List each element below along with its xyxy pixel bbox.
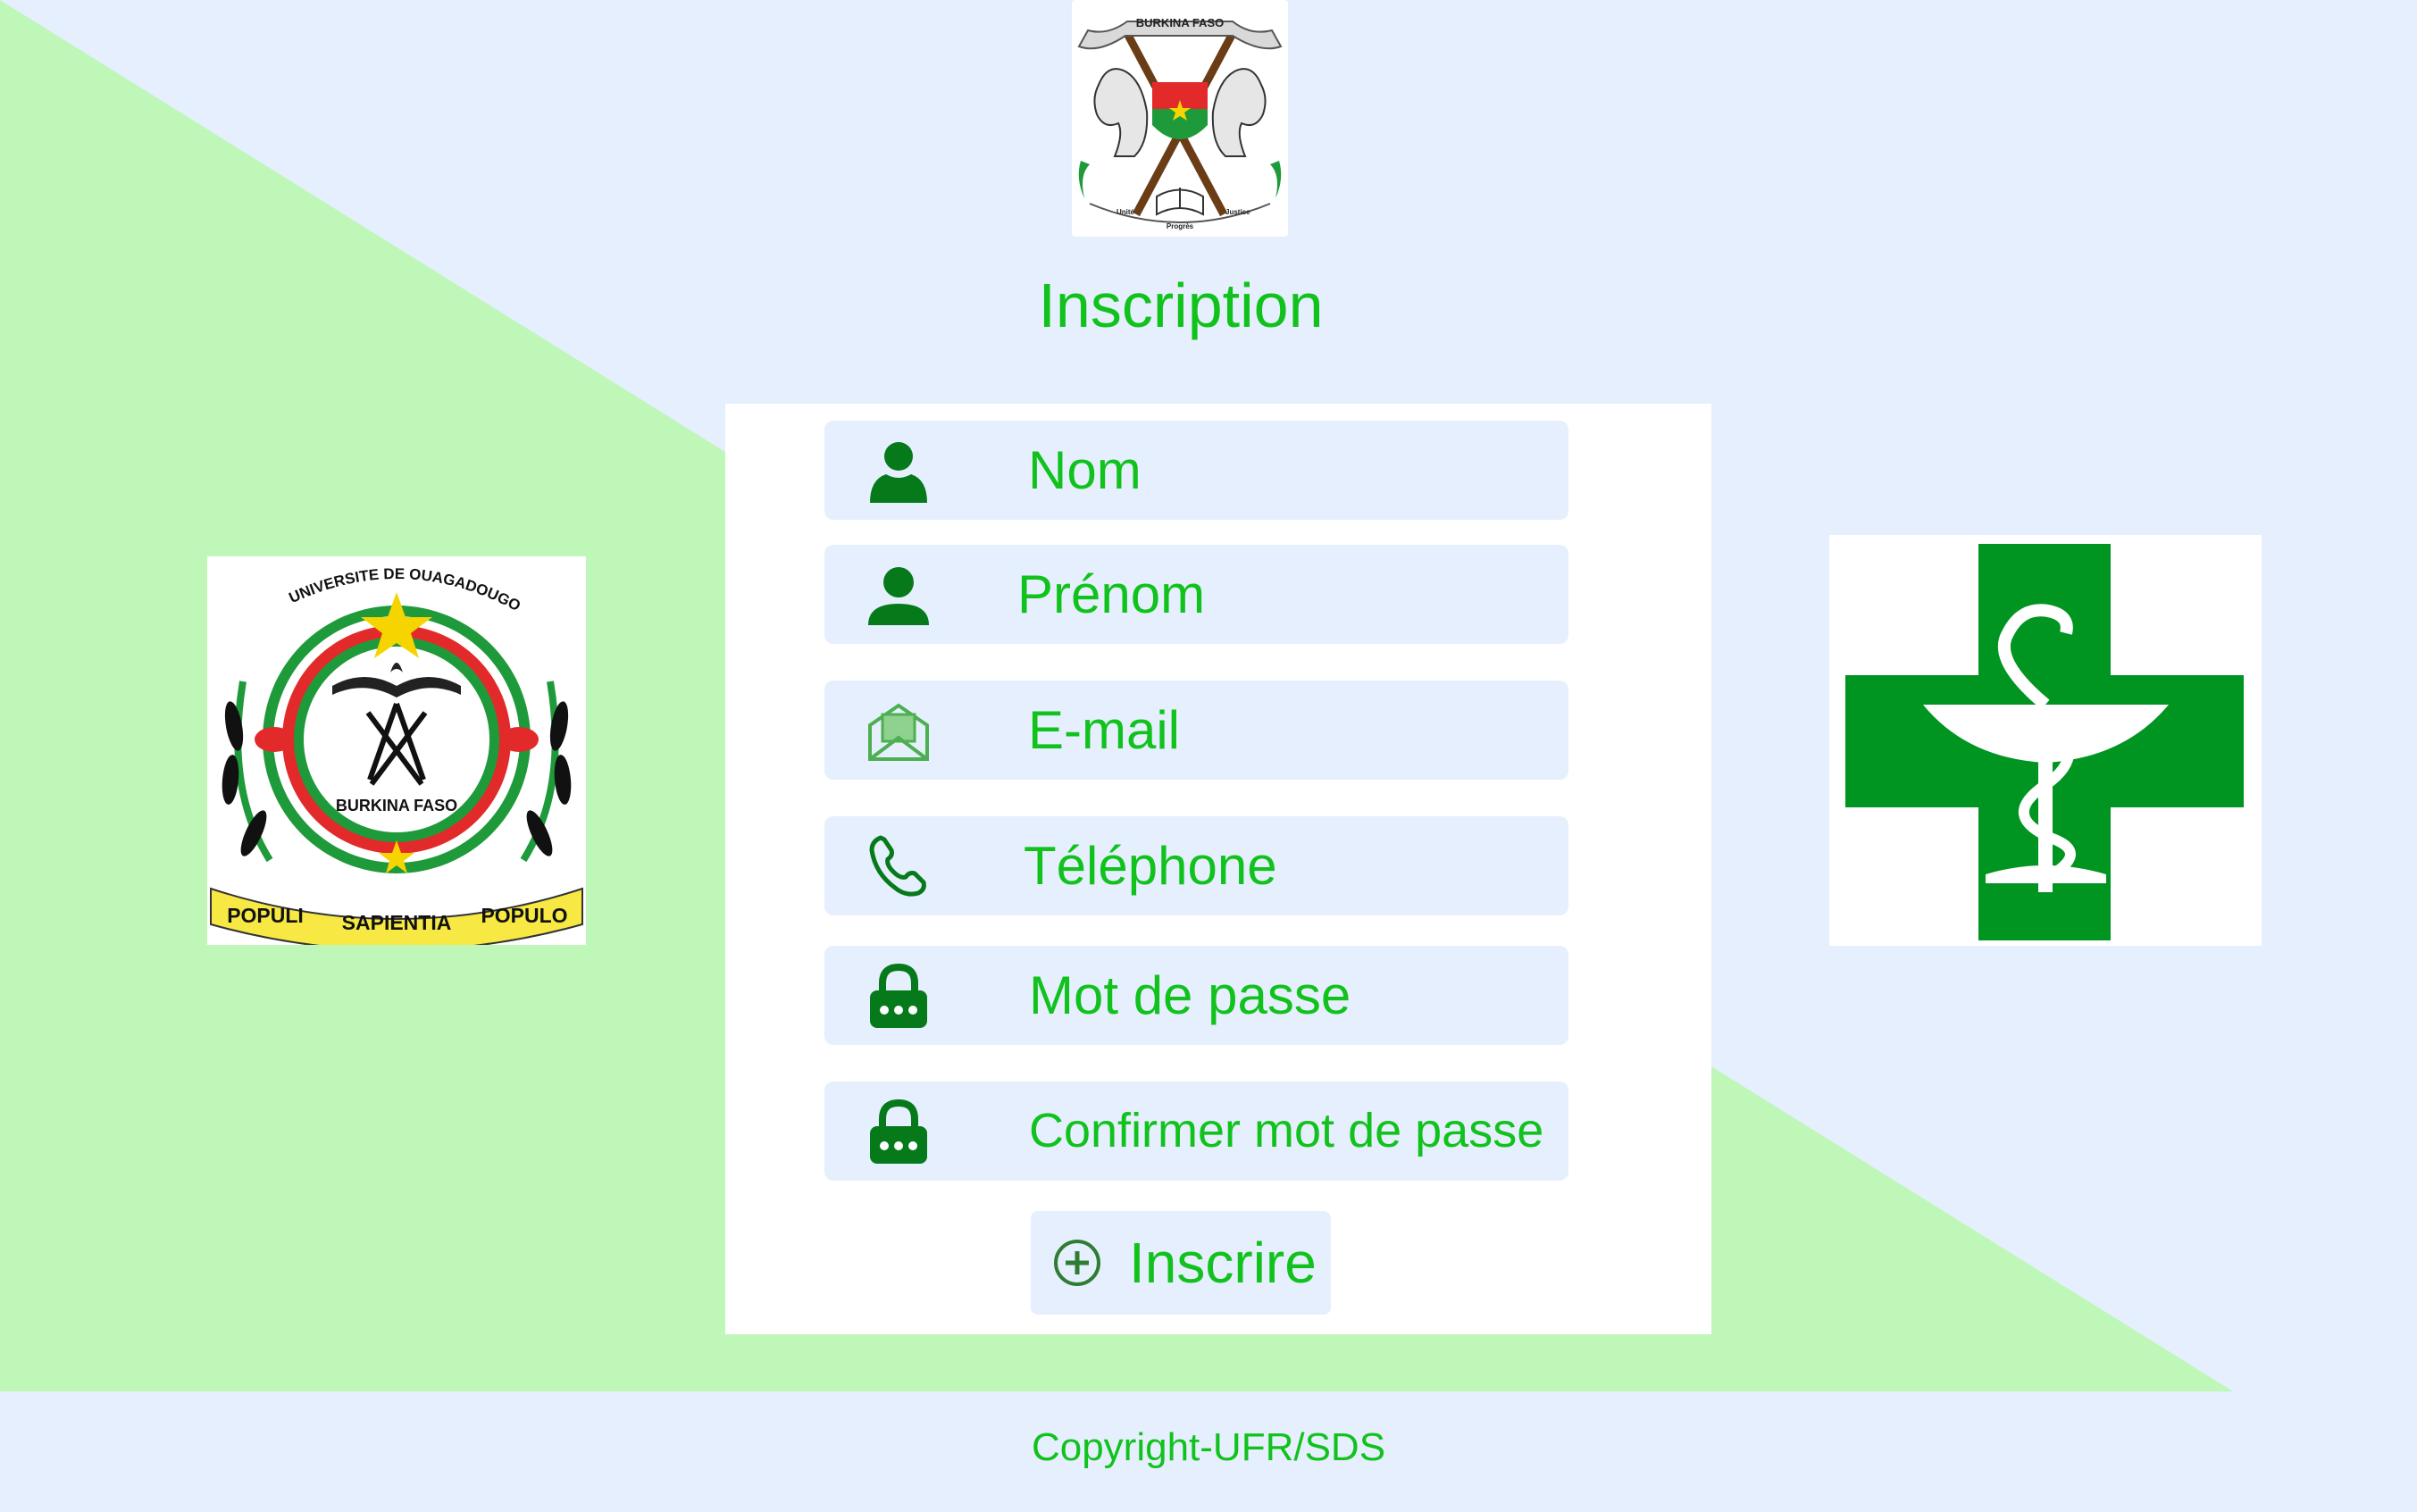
university-name-text: UNIVERSITE DE OUAGADOUGOU — [202, 543, 523, 614]
pharmacy-cross-logo — [1829, 535, 2262, 946]
confirm-password-field[interactable]: Confirmer mot de passe — [824, 1082, 1568, 1181]
university-motto-sapientia: SAPIENTIA — [342, 911, 452, 934]
emblem-motto-justice: Justice — [1225, 208, 1250, 216]
emblem-country-text: BURKINA FASO — [1136, 16, 1224, 29]
lock-icon — [870, 1098, 927, 1164]
page-title: Inscription — [1038, 271, 1324, 340]
inscrire-label: Inscrire — [1129, 1231, 1317, 1295]
email-field[interactable]: E-mail — [824, 681, 1568, 780]
lock-icon — [870, 963, 927, 1028]
nom-field[interactable]: Nom — [824, 421, 1568, 520]
nom-label: Nom — [1028, 440, 1142, 500]
person-icon — [868, 567, 929, 625]
coat-of-arms-emblem: BURKINA FASO Unité Progrès Justice — [1072, 0, 1288, 237]
password-label: Mot de passe — [1029, 965, 1351, 1025]
user-icon — [870, 442, 927, 503]
registration-form: Nom Prénom E-mail Téléphone Mot de passe… — [725, 404, 1711, 1334]
university-motto-populi: POPULI — [227, 904, 304, 927]
inscrire-button[interactable]: Inscrire — [1031, 1211, 1331, 1315]
prenom-label: Prénom — [1017, 564, 1206, 624]
university-country-text: BURKINA FASO — [336, 797, 457, 814]
university-motto-populo: POPULO — [481, 904, 567, 927]
email-label: E-mail — [1028, 700, 1181, 760]
footer-copyright: Copyright-UFR/SDS — [1031, 1425, 1386, 1469]
svg-text:UNIVERSITE DE OUAGADOUGOU: UNIVERSITE DE OUAGADOUGOU — [207, 556, 523, 614]
password-field[interactable]: Mot de passe — [824, 946, 1568, 1045]
telephone-label: Téléphone — [1024, 836, 1277, 896]
confirm-password-label: Confirmer mot de passe — [1029, 1104, 1544, 1157]
emblem-motto-progres: Progrès — [1167, 222, 1194, 230]
telephone-field[interactable]: Téléphone — [824, 816, 1568, 915]
envelope-icon — [868, 703, 929, 761]
university-logo: BURKINA FASO UNIVERSITE DE OUAGADOUGOU P… — [202, 543, 586, 951]
plus-circle-icon — [1054, 1240, 1100, 1286]
phone-icon — [869, 835, 926, 897]
prenom-field[interactable]: Prénom — [824, 545, 1568, 644]
emblem-motto-unite: Unité — [1117, 208, 1135, 216]
